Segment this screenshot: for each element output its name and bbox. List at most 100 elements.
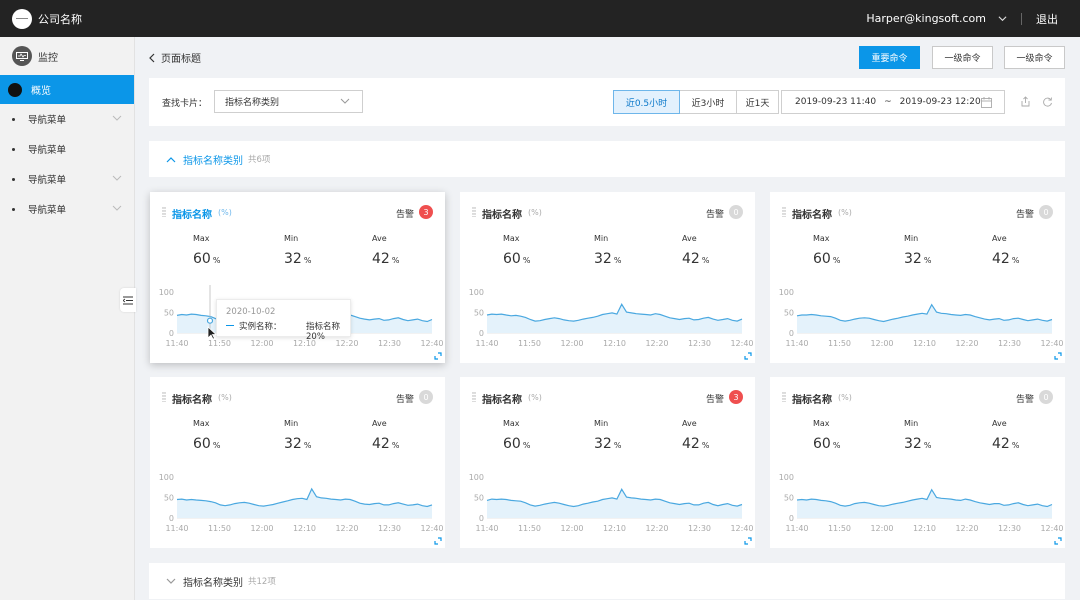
metric-card[interactable]: 指标名称 (%) 告警 0 Max Min Ave 60% 32% 42% 0 50 100 11:40 1… — [770, 377, 1065, 548]
category-select[interactable]: 指标名称类别 — [214, 90, 363, 113]
sidebar-item-nav[interactable]: 导航菜单 — [0, 164, 134, 194]
sidebar-collapse-handle[interactable] — [120, 288, 136, 312]
chevron-up-icon — [166, 156, 176, 162]
min-value: 32% — [904, 251, 931, 267]
expand-icon[interactable] — [1054, 537, 1062, 545]
metric-card[interactable]: 指标名称 (%) 告警 3 Max Min Ave 60% 32% 42% 0 50 100 11:40 1… — [460, 377, 755, 548]
x-tick-label: 12:20 — [645, 339, 668, 348]
drag-handle-icon[interactable] — [472, 392, 476, 402]
expand-icon[interactable] — [744, 352, 752, 360]
x-tick-label: 11:50 — [208, 524, 231, 533]
back-arrow-icon[interactable] — [149, 53, 156, 63]
max-unit: % — [522, 441, 531, 450]
secondary-command-button-1[interactable]: 一级命令 — [932, 46, 993, 69]
expand-icon[interactable] — [434, 537, 442, 545]
alarm-count-badge[interactable]: 0 — [729, 205, 743, 219]
page-title: 页面标题 — [161, 54, 201, 65]
metric-chart[interactable]: 0 50 100 11:40 11:50 12:00 12:10 12:20 12:30 12:4… — [460, 282, 755, 348]
range-3h-button[interactable]: 近3小时 — [679, 90, 737, 114]
x-tick-label: 12:40 — [730, 524, 753, 533]
drag-handle-icon[interactable] — [782, 207, 786, 217]
card-title[interactable]: 指标名称 — [482, 391, 522, 406]
metric-card[interactable]: 指标名称 (%) 告警 0 Max Min Ave 60% 32% 42% 0 50 100 11:40 1… — [460, 192, 755, 363]
card-title[interactable]: 指标名称 — [172, 206, 212, 221]
drag-handle-icon[interactable] — [162, 207, 166, 217]
metric-chart[interactable]: 0 50 100 11:40 11:50 12:00 12:10 12:20 12:30 12:4… — [770, 282, 1065, 348]
range-0.5h-button[interactable]: 近0.5小时 — [613, 90, 680, 114]
sidebar-header[interactable]: 监控 — [0, 37, 134, 75]
min-number: 32 — [594, 251, 612, 267]
date-range-picker[interactable]: 2019-09-23 11:40 ~ 2019-09-23 12:20 — [781, 90, 1005, 114]
card-title[interactable]: 指标名称 — [172, 391, 212, 406]
group-title: 指标名称类别 — [183, 155, 243, 167]
metric-card[interactable]: 指标名称 (%) 告警 0 Max Min Ave 60% 32% 42% 0 50 100 11:40 1… — [150, 377, 445, 548]
max-value: 60% — [813, 251, 840, 267]
max-label: Max — [813, 419, 830, 428]
expand-icon[interactable] — [434, 352, 442, 360]
card-title[interactable]: 指标名称 — [792, 391, 832, 406]
y-tick-label: 0 — [169, 329, 174, 338]
y-tick-label: 100 — [779, 288, 794, 297]
alarm-count-badge[interactable]: 0 — [1039, 205, 1053, 219]
expand-icon[interactable] — [744, 537, 752, 545]
export-icon[interactable] — [1020, 96, 1031, 107]
calendar-icon — [981, 97, 992, 108]
min-unit: % — [613, 256, 622, 265]
group-header-expanded[interactable]: 指标名称类别 共6项 — [149, 141, 1065, 177]
drag-handle-icon[interactable] — [162, 392, 166, 402]
sidebar-item-overview[interactable]: 概览 — [0, 75, 134, 104]
user-email[interactable]: Harper@kingsoft.com — [866, 12, 986, 25]
sidebar-item-nav[interactable]: 导航菜单 — [0, 104, 134, 134]
group-title: 指标名称类别 — [183, 577, 243, 589]
ave-value: 42% — [682, 251, 709, 267]
card-title[interactable]: 指标名称 — [792, 206, 832, 221]
alarm-count-badge[interactable]: 0 — [419, 390, 433, 404]
y-tick-label: 0 — [789, 329, 794, 338]
chevron-down-icon[interactable] — [112, 204, 122, 212]
bullet-icon — [12, 147, 15, 151]
secondary-command-button-2[interactable]: 一级命令 — [1004, 46, 1065, 69]
x-tick-label: 12:10 — [603, 524, 626, 533]
metric-chart[interactable]: 0 50 100 11:40 11:50 12:00 12:10 12:20 12:30 12:4… — [150, 467, 445, 533]
company-logo-icon[interactable] — [12, 8, 32, 29]
min-label: Min — [594, 234, 609, 243]
drag-handle-icon[interactable] — [782, 392, 786, 402]
user-menu-chevron-down-icon[interactable] — [998, 14, 1007, 23]
primary-command-button[interactable]: 重要命令 — [859, 46, 920, 69]
max-unit: % — [212, 441, 221, 450]
metric-chart[interactable]: 0 50 100 11:40 11:50 12:00 12:10 12:20 12:30 12:4… — [770, 467, 1065, 533]
chevron-down-icon[interactable] — [112, 114, 122, 122]
range-1d-button[interactable]: 近1天 — [736, 90, 779, 114]
page-title-area[interactable]: 页面标题 — [149, 50, 201, 65]
x-tick-label: 11:50 — [518, 339, 541, 348]
alarm-count-badge[interactable]: 0 — [1039, 390, 1053, 404]
group-header-collapsed[interactable]: 指标名称类别 共12项 — [149, 563, 1065, 599]
ave-number: 42 — [372, 436, 390, 452]
chevron-down-icon — [340, 98, 350, 104]
sidebar-item-label: 导航菜单 — [28, 205, 67, 216]
drag-handle-icon[interactable] — [472, 207, 476, 217]
company-name[interactable]: 公司名称 — [38, 11, 82, 27]
sidebar: 监控 概览 导航菜单 导航菜单 导航菜单 导航菜单 — [0, 37, 135, 600]
x-tick-label: 12:40 — [1040, 524, 1063, 533]
alarm-count-badge[interactable]: 3 — [729, 390, 743, 404]
alarm-count-badge[interactable]: 3 — [419, 205, 433, 219]
chevron-down-icon[interactable] — [112, 174, 122, 182]
y-tick-label: 50 — [164, 309, 174, 318]
min-label: Min — [594, 419, 609, 428]
refresh-icon[interactable] — [1042, 96, 1053, 107]
y-tick-label: 100 — [469, 473, 484, 482]
expand-icon[interactable] — [1054, 352, 1062, 360]
min-label: Min — [284, 234, 299, 243]
metric-card[interactable]: 指标名称 (%) 告警 0 Max Min Ave 60% 32% 42% 0 50 100 11:40 1… — [770, 192, 1065, 363]
logout-button[interactable]: 退出 — [1036, 11, 1058, 27]
metric-card[interactable]: 指标名称 (%) 告警 3 Max Min Ave 60% 32% 42% 0 50 100 11:40 1… — [150, 192, 445, 363]
sidebar-item-nav[interactable]: 导航菜单 — [0, 194, 134, 224]
x-tick-label: 11:50 — [518, 524, 541, 533]
min-label: Min — [904, 234, 919, 243]
ave-unit: % — [391, 441, 400, 450]
card-title[interactable]: 指标名称 — [482, 206, 522, 221]
sidebar-item-nav[interactable]: 导航菜单 — [0, 134, 134, 164]
menu-collapse-icon — [123, 296, 133, 304]
metric-chart[interactable]: 0 50 100 11:40 11:50 12:00 12:10 12:20 12:30 12:4… — [460, 467, 755, 533]
